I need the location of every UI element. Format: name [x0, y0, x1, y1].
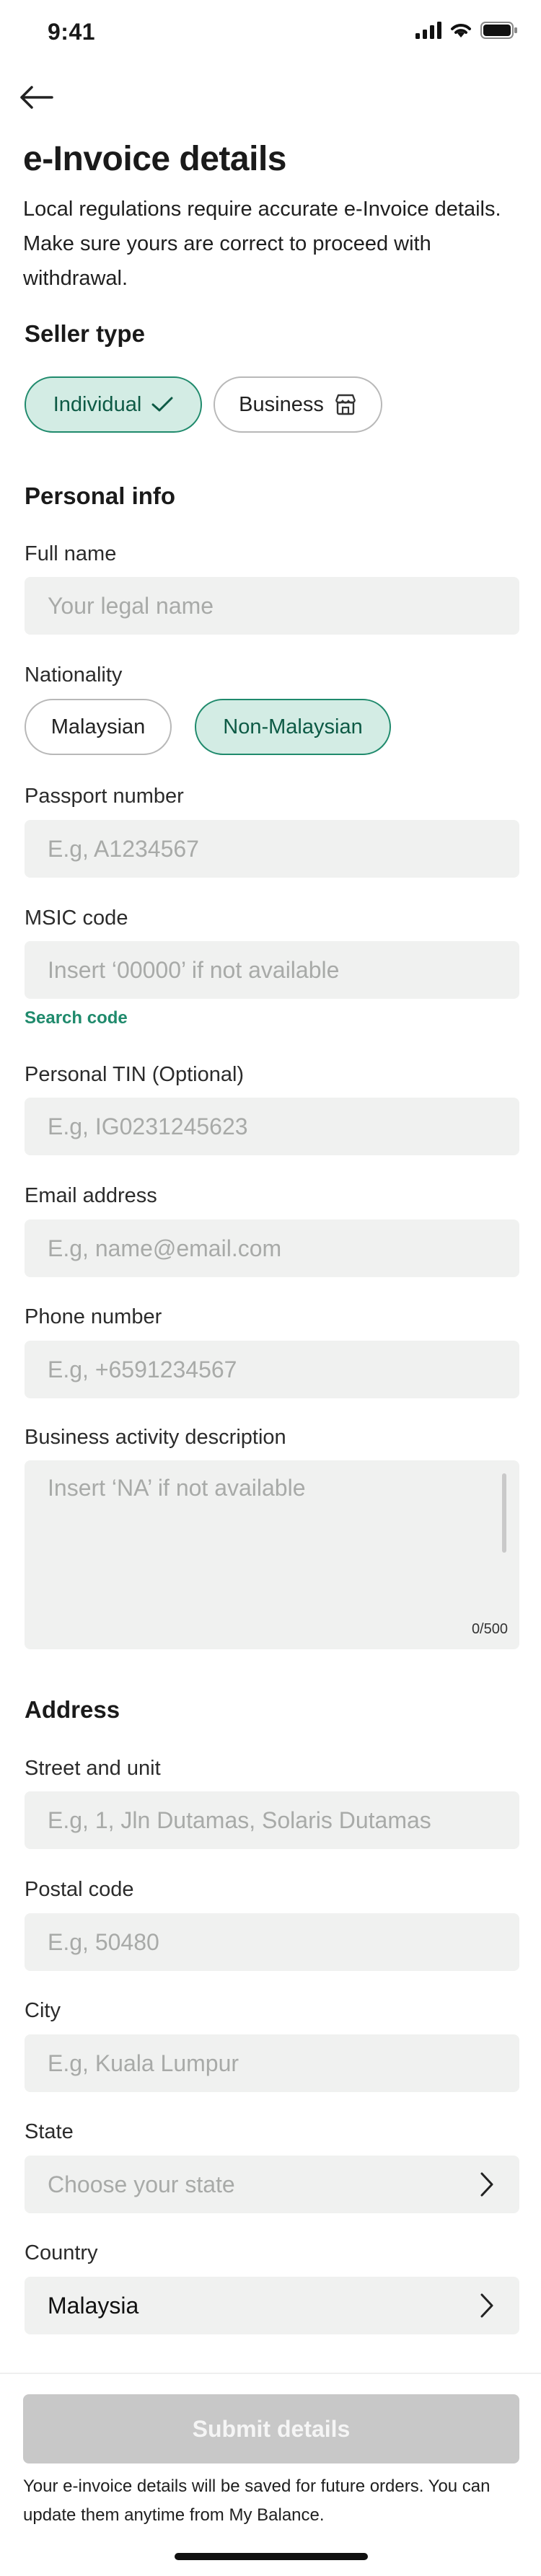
email-placeholder: E.g, name@email.com: [48, 1235, 282, 1261]
full-name-placeholder: Your legal name: [48, 592, 214, 619]
search-code-link[interactable]: Search code: [25, 1008, 128, 1028]
passport-input[interactable]: E.g, A1234567: [25, 820, 519, 878]
nationality-non-malaysian-chip[interactable]: Non-Malaysian: [195, 699, 391, 755]
business-activity-placeholder: Insert ‘NA’ if not available: [48, 1475, 306, 1501]
full-name-input[interactable]: Your legal name: [25, 577, 519, 635]
seller-type-individual-chip[interactable]: Individual: [25, 376, 202, 433]
page-description: Local regulations require accurate e-Inv…: [23, 198, 501, 290]
postal-code-input[interactable]: E.g, 50480: [25, 1913, 519, 1971]
phone-label: Phone number: [25, 1305, 162, 1328]
postal-code-label: Postal code: [25, 1878, 134, 1901]
nationality-malaysian-chip[interactable]: Malaysian: [25, 699, 172, 755]
back-button[interactable]: [19, 79, 62, 115]
footer-divider: [0, 2373, 541, 2374]
page-title: e-Invoice details: [23, 140, 286, 178]
phone-input[interactable]: E.g, +6591234567: [25, 1341, 519, 1398]
home-indicator: [175, 2553, 368, 2560]
arrow-left-icon: [20, 86, 53, 109]
state-placeholder: Choose your state: [48, 2171, 235, 2197]
msic-input[interactable]: Insert ‘00000’ if not available: [25, 941, 519, 999]
chip-label: Non-Malaysian: [223, 715, 363, 738]
chevron-right-icon: [480, 2293, 493, 2318]
tin-input[interactable]: E.g, IG0231245623: [25, 1098, 519, 1155]
city-label: City: [25, 1999, 61, 2022]
city-placeholder: E.g, Kuala Lumpur: [48, 2050, 239, 2076]
chip-label: Individual: [53, 392, 142, 416]
seller-type-title: Seller type: [25, 320, 145, 347]
passport-label: Passport number: [25, 785, 184, 808]
msic-label: MSIC code: [25, 907, 128, 930]
city-input[interactable]: E.g, Kuala Lumpur: [25, 2034, 519, 2092]
tin-label: Personal TIN (Optional): [25, 1063, 245, 1086]
battery-icon: [480, 22, 517, 39]
email-label: Email address: [25, 1184, 157, 1207]
storefront-icon: [335, 394, 356, 415]
nationality-label: Nationality: [25, 663, 123, 687]
msic-placeholder: Insert ‘00000’ if not available: [48, 956, 340, 983]
street-placeholder: E.g, 1, Jln Dutamas, Solaris Dutamas: [48, 1807, 431, 1833]
country-label: Country: [25, 2241, 98, 2264]
checkmark-icon: [151, 397, 173, 412]
country-value: Malaysia: [48, 2292, 139, 2319]
state-select[interactable]: Choose your state: [25, 2156, 519, 2213]
chip-label: Business: [239, 392, 324, 416]
country-select[interactable]: Malaysia: [25, 2277, 519, 2334]
status-time: 9:41: [48, 19, 96, 45]
seller-type-business-chip[interactable]: Business: [214, 376, 382, 433]
email-input[interactable]: E.g, name@email.com: [25, 1219, 519, 1277]
cellular-signal-icon: [415, 22, 441, 39]
wifi-icon: [451, 24, 471, 38]
status-icons: [415, 22, 518, 39]
chip-label: Malaysian: [50, 715, 146, 738]
business-activity-label: Business activity description: [25, 1426, 286, 1449]
status-bar: 9:41: [0, 0, 541, 65]
chevron-right-icon: [480, 2172, 493, 2197]
address-title: Address: [25, 1696, 120, 1723]
tin-placeholder: E.g, IG0231245623: [48, 1113, 248, 1139]
footer-note: Your e-invoice details will be saved for…: [23, 2476, 491, 2525]
passport-placeholder: E.g, A1234567: [48, 835, 199, 862]
character-counter: 0/500: [471, 1621, 508, 1637]
personal-info-title: Personal info: [25, 482, 176, 509]
submit-details-button[interactable]: Submit details: [23, 2394, 519, 2463]
street-input[interactable]: E.g, 1, Jln Dutamas, Solaris Dutamas: [25, 1791, 519, 1849]
street-label: Street and unit: [25, 1757, 161, 1780]
postal-code-placeholder: E.g, 50480: [48, 1928, 159, 1955]
textarea-scrollbar[interactable]: [502, 1473, 506, 1553]
state-label: State: [25, 2120, 74, 2143]
phone-placeholder: E.g, +6591234567: [48, 1356, 237, 1382]
business-activity-textarea[interactable]: Insert ‘NA’ if not available 0/500: [25, 1460, 519, 1649]
full-name-label: Full name: [25, 542, 117, 565]
